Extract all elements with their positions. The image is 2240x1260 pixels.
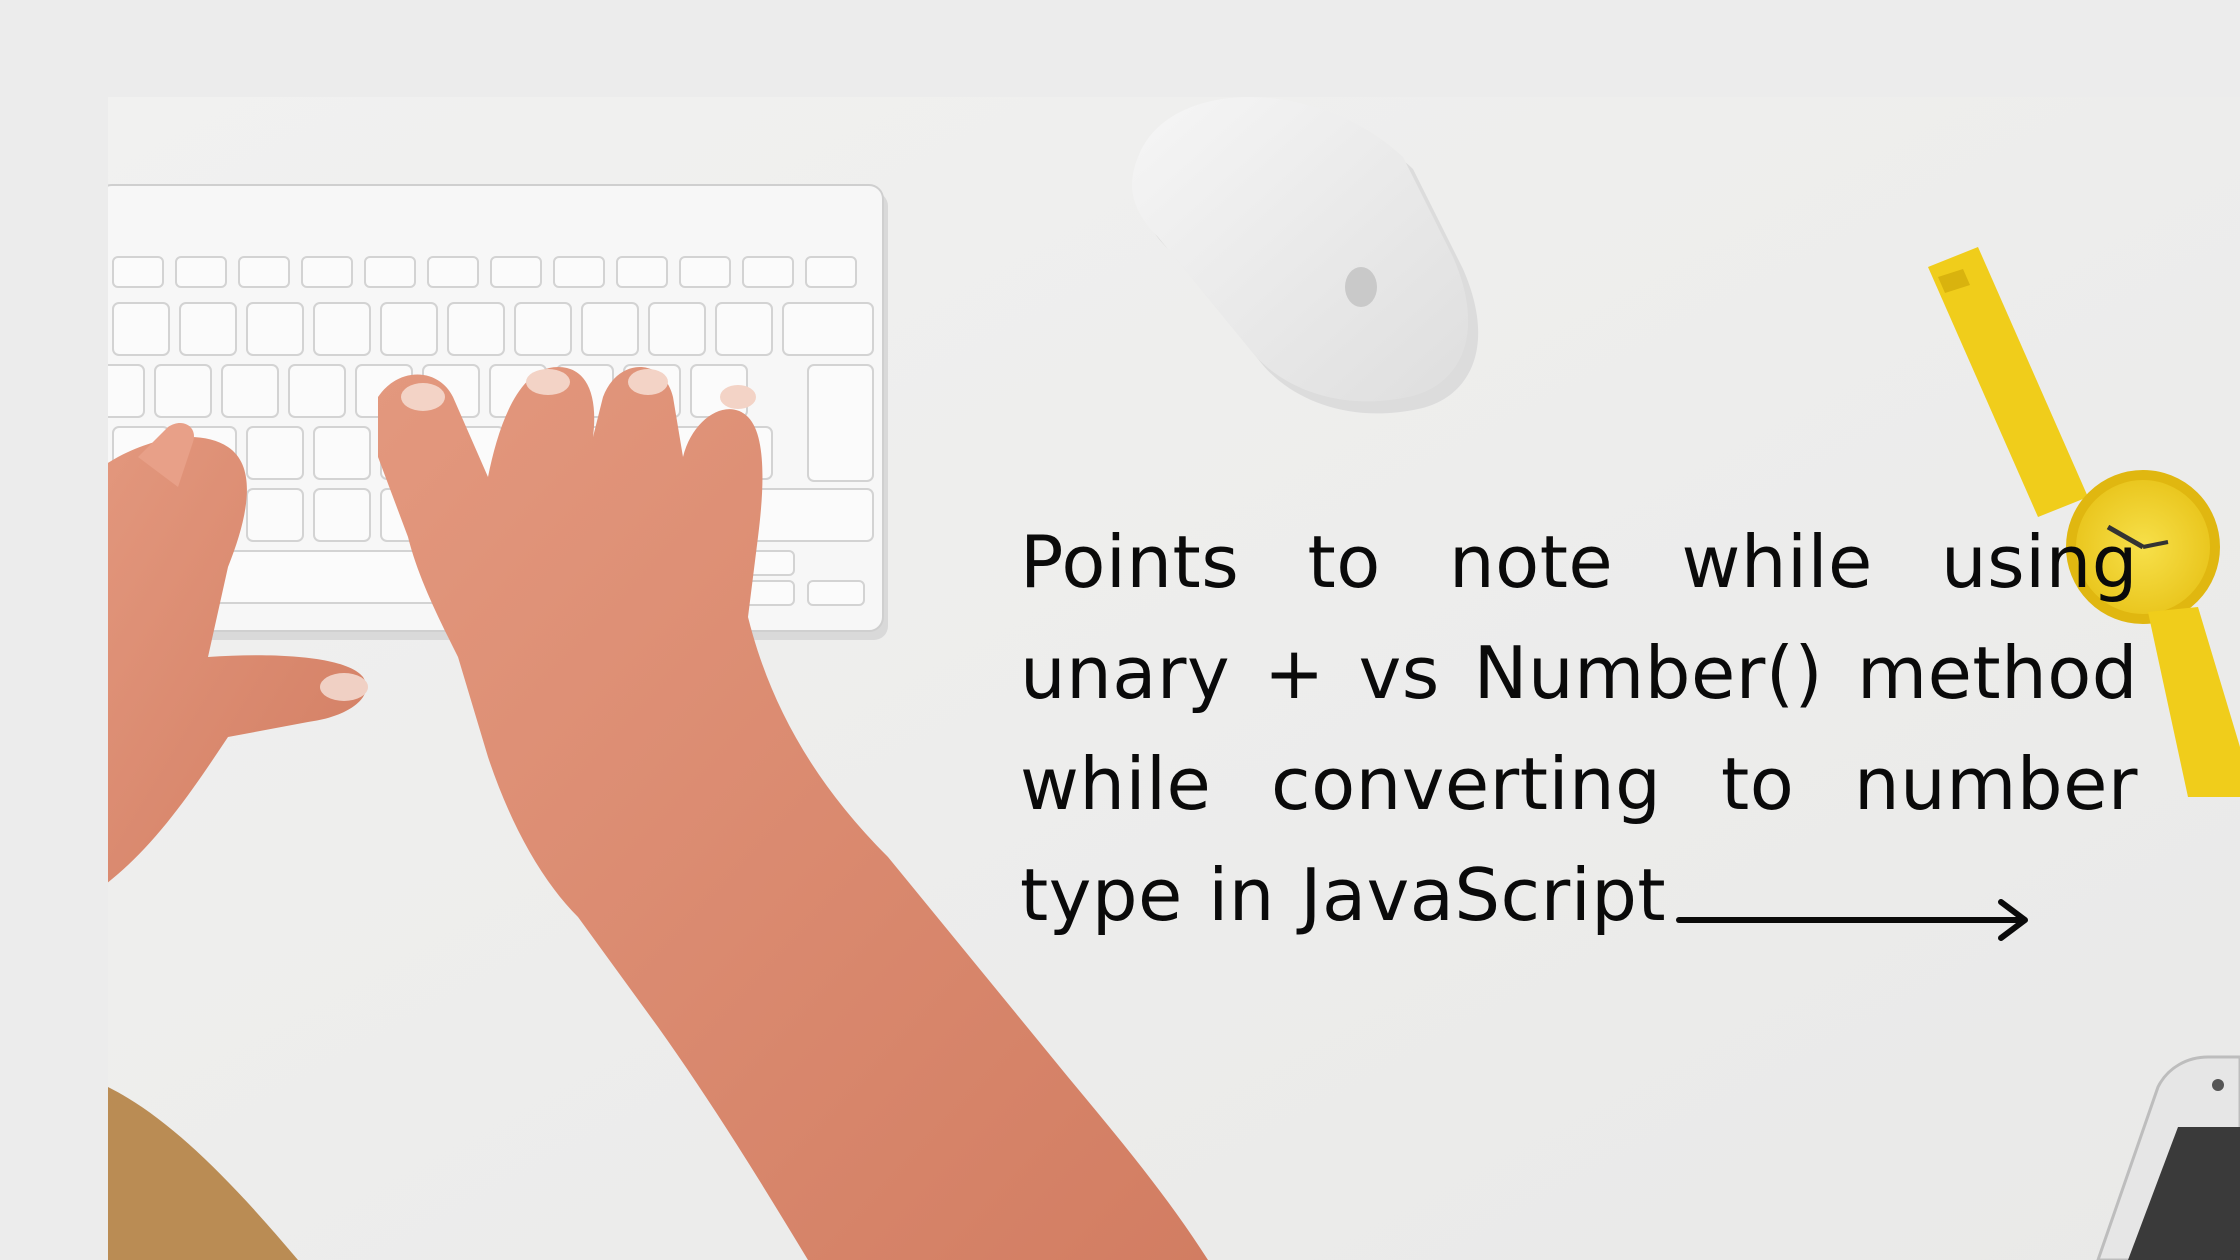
arrow-right-icon[interactable] <box>1675 896 2035 944</box>
slide-canvas: Points to note while using unary + vs Nu… <box>0 0 2240 1260</box>
desk-photo: Points to note while using unary + vs Nu… <box>108 97 2240 1260</box>
slide-headline: Points to note while using unary + vs Nu… <box>1020 520 2138 937</box>
